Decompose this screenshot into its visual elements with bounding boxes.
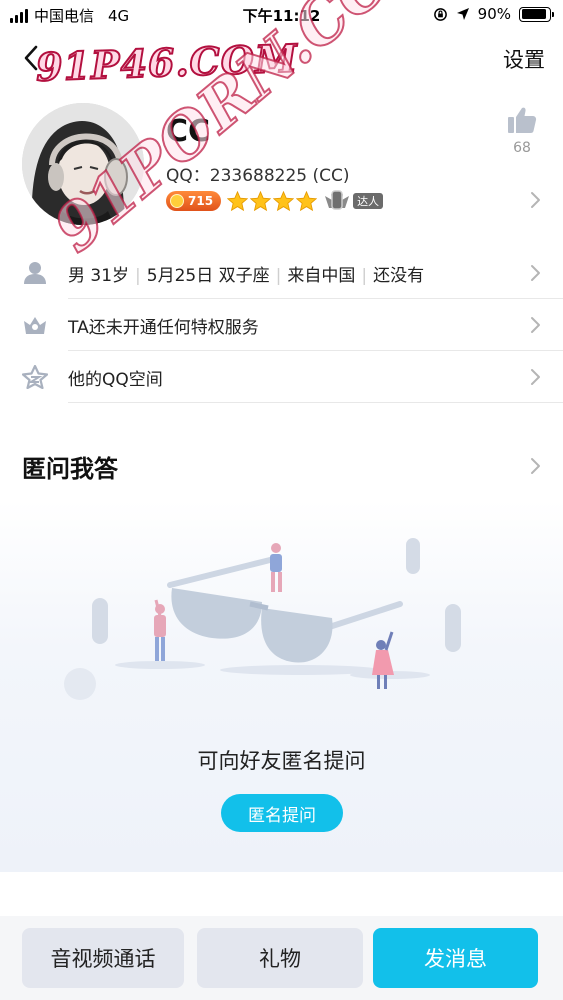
qa-section-title[interactable]: 匿问我答 [22,449,118,484]
like-count: 68 [513,140,531,156]
bottom-action-bar: 音视频通话 礼物 发消息 [0,916,563,1000]
watermark-text: 91P46.COM [34,34,299,90]
anonymous-ask-button[interactable]: 匿名提问 [221,794,343,832]
qzone-star-icon [22,365,48,389]
star-icon [296,190,318,211]
info-row-privilege[interactable]: TA还未开通任何特权服务 [0,299,563,351]
chevron-right-icon[interactable] [529,457,541,475]
chevron-right-icon [531,369,540,385]
privilege-icon [24,317,46,334]
navigation-bar: 91P46.COM 设置 [0,34,563,91]
qzone-text: 他的QQ空间 [68,370,163,390]
chevron-right-icon[interactable] [529,191,541,209]
gender-age: 男 31岁 [68,266,130,286]
settings-button[interactable]: 设置 [503,44,545,74]
birthday-zodiac: 5月25日 双子座 [146,266,270,286]
level-badge: 715 [166,191,222,211]
wing-badge-icon [325,190,350,210]
level-value: 715 [188,194,214,208]
qq-number: QQ：233688225 (CC) [166,166,350,186]
qa-empty-text: 可向好友匿名提问 [197,749,366,773]
info-row-basic[interactable]: 男 31岁 | 5月25日 双子座 | 来自中国 | 还没有 [0,247,563,299]
coin-icon [170,194,184,208]
status-bar: 中国电信 4G 下午11:12 90% [0,0,563,30]
extra-info: 还没有 [373,266,425,286]
battery-icon [519,6,554,22]
send-message-button[interactable]: 发消息 [373,928,538,988]
chevron-right-icon [531,317,540,333]
chevron-right-icon [531,265,540,281]
info-row-qzone[interactable]: 他的QQ空间 [0,351,563,403]
gift-button[interactable]: 礼物 [197,928,363,988]
glasses-illustration [64,538,461,700]
avatar[interactable] [22,103,144,225]
battery-percent: 90% [477,5,511,23]
star-icon [273,190,295,211]
star-icon [250,190,272,211]
rotation-lock-icon [433,7,447,21]
talent-badge: 达人 [323,188,384,214]
avatar-image [22,103,144,225]
like-button[interactable]: 68 [503,106,541,156]
badge-row[interactable]: 715 达人 [166,188,384,214]
privilege-text: TA还未开通任何特权服务 [68,318,259,338]
talent-label: 达人 [353,193,384,209]
location: 来自中国 [287,266,356,286]
location-arrow-icon [456,8,469,20]
basic-info-text: 男 31岁 | 5月25日 双子座 | 来自中国 | 还没有 [68,266,425,286]
person-icon [24,262,46,284]
star-rating [227,190,318,212]
voice-video-call-button[interactable]: 音视频通话 [22,928,184,988]
star-icon [227,190,249,211]
nickname: CC [166,114,211,149]
thumbs-up-icon [508,107,537,133]
divider [68,402,563,403]
